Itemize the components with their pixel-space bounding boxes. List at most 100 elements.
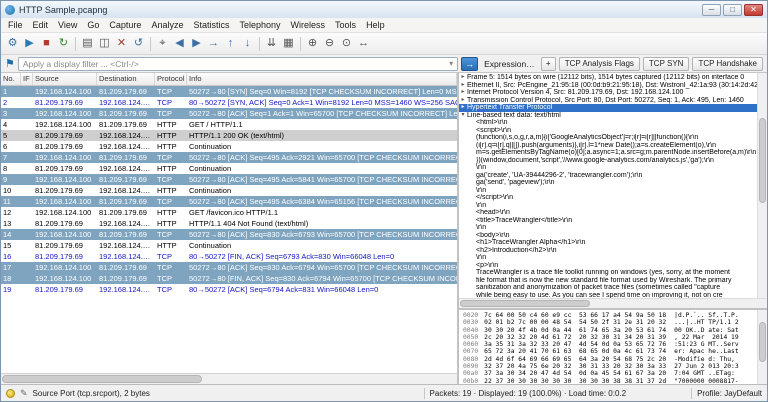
column-header-if[interactable]: IF	[21, 73, 33, 85]
column-header-destination[interactable]: Destination	[97, 73, 155, 85]
menu-telephony[interactable]: Telephony	[234, 19, 285, 31]
packet-row[interactable]: 12 192.168.124.100 81.209.179.69 HTTP GET /f…	[1, 207, 457, 218]
detail-node[interactable]: TraceWrangler is a trace file toolkit ru…	[459, 269, 757, 277]
detail-node[interactable]: <h1>TraceWrangler Alpha</h1>\r\n	[459, 239, 757, 247]
menu-help[interactable]: Help	[361, 19, 390, 31]
detail-node[interactable]: ▸ Frame 5: 1514 bytes on wire (12112 bits…	[459, 74, 757, 82]
expert-info-icon[interactable]	[6, 388, 15, 398]
hex-row[interactable]: 00a0 37 3a 30 34 20 47 4d 54 0d 0a 45 54 …	[463, 370, 757, 377]
filter-button-3[interactable]: TCP Handshake	[692, 56, 763, 71]
detail-node[interactable]: \r\n	[459, 164, 757, 172]
packet-row[interactable]: 18 192.168.124.100 81.209.179.69 TCP 50272→8…	[1, 273, 457, 284]
open-file-icon[interactable]: ▤	[79, 35, 96, 52]
add-filter-button[interactable]: +	[540, 56, 556, 71]
packet-row[interactable]: 19 81.209.179.69 192.168.124.100 TCP 80→5027…	[1, 284, 457, 295]
display-filter-input[interactable]: Apply a display filter ... <Ctrl-/> ▾	[17, 56, 459, 71]
go-back-icon[interactable]: ◀	[171, 35, 188, 52]
detail-node[interactable]: <html>\r\n	[459, 119, 757, 127]
zoom-in-icon[interactable]: ⊕	[304, 35, 321, 52]
expander-right-icon[interactable]: ▸	[459, 82, 467, 90]
detail-node[interactable]: <head>\r\n	[459, 209, 757, 217]
detail-node[interactable]: ▸ Internet Protocol Version 4, Src: 81.20…	[459, 89, 757, 97]
packet-row[interactable]: 7 192.168.124.100 81.209.179.69 TCP 50272→80…	[1, 152, 457, 163]
detail-node[interactable]: ga('send', 'pageview');\r\n	[459, 179, 757, 187]
expander-right-icon[interactable]: ▸	[459, 74, 467, 82]
expression-button[interactable]: Expression…	[481, 59, 538, 69]
detail-node[interactable]: <body>\r\n	[459, 232, 757, 240]
menu-analyze[interactable]: Analyze	[146, 19, 188, 31]
packet-row[interactable]: 6 81.209.179.69 192.168.124.100 HTTP Continu…	[1, 141, 457, 152]
menu-capture[interactable]: Capture	[104, 19, 146, 31]
menu-file[interactable]: File	[3, 19, 28, 31]
filter-button-2[interactable]: TCP SYN	[642, 56, 690, 71]
packet-row[interactable]: 1 192.168.124.100 81.209.179.69 TCP 50272→80…	[1, 86, 457, 97]
auto-scroll-icon[interactable]: ⇊	[263, 35, 280, 52]
expander-down-icon[interactable]: ▾	[459, 112, 467, 120]
filter-button-1[interactable]: TCP Analysis Flags	[558, 56, 640, 71]
packet-row[interactable]: 5 81.209.179.69 192.168.124.100 HTTP HTTP/1.…	[1, 130, 457, 141]
go-forward-icon[interactable]: ▶	[188, 35, 205, 52]
detail-node[interactable]: \r\n	[459, 224, 757, 232]
column-header-info[interactable]: Info	[187, 73, 457, 85]
expander-right-icon[interactable]: ▸	[459, 89, 467, 97]
packet-row[interactable]: 2 81.209.179.69 192.168.124.100 TCP 80→50272…	[1, 97, 457, 108]
expander-right-icon[interactable]: ▸	[459, 104, 467, 112]
detail-node[interactable]: <p>\r\n	[459, 262, 757, 270]
hex-vscrollbar[interactable]	[757, 310, 767, 384]
restart-capture-icon[interactable]: ↻	[55, 35, 72, 52]
hex-row[interactable]: 0060 3a 35 31 3a 32 33 20 47 4d 54 0d 0a …	[463, 341, 757, 348]
detail-node[interactable]: ga('create', 'UA-39444296-2', 'tracewran…	[459, 172, 757, 180]
menu-go[interactable]: Go	[82, 19, 104, 31]
minimize-button[interactable]: ─	[702, 3, 721, 16]
detail-node[interactable]: \r\n	[459, 202, 757, 210]
detail-node[interactable]: <title>TraceWrangler</title>\r\n	[459, 217, 757, 225]
packet-row[interactable]: 16 81.209.179.69 192.168.124.100 TCP 80→5027…	[1, 251, 457, 262]
save-file-icon[interactable]: ◫	[96, 35, 113, 52]
detail-node[interactable]: file format that is now the new standard…	[459, 277, 757, 285]
detail-node[interactable]: ▸ Transmission Control Protocol, Src Port…	[459, 97, 757, 105]
packet-row[interactable]: 13 81.209.179.69 192.168.124.100 HTTP HTTP/1…	[1, 218, 457, 229]
detail-node[interactable]: (i[r].q=i[r].q||[]).push(arguments)},i[r…	[459, 142, 757, 150]
apply-filter-button[interactable]: →	[461, 56, 479, 71]
find-packet-icon[interactable]: ⌖	[154, 35, 171, 52]
colorize-packets-icon[interactable]: ▦	[280, 35, 297, 52]
column-header-source[interactable]: Source	[33, 73, 97, 85]
start-capture-icon[interactable]: ▶	[21, 35, 38, 52]
packet-row[interactable]: 8 81.209.179.69 192.168.124.100 HTTP Continu…	[1, 163, 457, 174]
hex-row[interactable]: 0020 7c 64 00 50 c4 60 e9 cc 53 66 17 a4 …	[463, 312, 757, 319]
hex-row[interactable]: 0050 2c 20 32 32 20 4d 61 72 20 32 30 31 …	[463, 334, 757, 341]
menu-view[interactable]: View	[53, 19, 82, 31]
packet-list-header[interactable]: No. IF Source Destination Protocol Info	[1, 73, 457, 86]
first-packet-icon[interactable]: ↑	[222, 35, 239, 52]
packet-row[interactable]: 14 192.168.124.100 81.209.179.69 TCP 50272→8…	[1, 229, 457, 240]
capture-options-icon[interactable]: ⚙	[4, 35, 21, 52]
detail-node[interactable]: })(window,document,'script','//www.googl…	[459, 157, 757, 165]
detail-node[interactable]: <h2>Introduction</h2>\r\n	[459, 247, 757, 255]
close-file-icon[interactable]: ✕	[113, 35, 130, 52]
filter-dropdown-icon[interactable]: ▾	[449, 59, 453, 68]
last-packet-icon[interactable]: ↓	[239, 35, 256, 52]
hex-row[interactable]: 0090 32 37 20 4a 75 6e 20 32 30 31 33 20 …	[463, 363, 757, 370]
detail-node[interactable]: ▾ Line-based text data: text/html	[459, 112, 757, 120]
detail-vscrollbar[interactable]	[757, 73, 767, 298]
detail-node[interactable]: \r\n	[459, 187, 757, 195]
hex-row[interactable]: 0040 30 30 20 4f 4b 0d 0a 44 61 74 65 3a …	[463, 327, 757, 334]
detail-hscrollbar[interactable]	[459, 298, 767, 308]
packet-list-hscrollbar[interactable]	[1, 373, 457, 384]
stop-capture-icon[interactable]: ■	[38, 35, 55, 52]
filter-bookmark-icon[interactable]: ⚑	[5, 57, 15, 71]
expander-right-icon[interactable]: ▸	[459, 97, 467, 105]
packet-row[interactable]: 10 81.209.179.69 192.168.124.100 HTTP Contin…	[1, 185, 457, 196]
go-to-packet-icon[interactable]: →	[205, 35, 222, 52]
profile-selector[interactable]: Profile: JayDefault	[697, 389, 762, 398]
capture-comment-icon[interactable]: ✎	[20, 388, 28, 399]
detail-node[interactable]: \r\n	[459, 254, 757, 262]
packet-row[interactable]: 4 192.168.124.100 81.209.179.69 HTTP GET / H…	[1, 119, 457, 130]
hex-row[interactable]: 0070 65 72 3a 20 41 70 61 63 68 65 0d 0a …	[463, 348, 757, 355]
packet-row[interactable]: 9 192.168.124.100 81.209.179.69 TCP 50272→80…	[1, 174, 457, 185]
column-header-no[interactable]: No.	[1, 73, 21, 85]
menu-edit[interactable]: Edit	[28, 19, 54, 31]
hex-row[interactable]: 0080 2d 4d 6f 64 69 66 69 65 64 3a 20 54 …	[463, 356, 757, 363]
hex-row[interactable]: 0030 02 01 b2 7c 00 00 48 54 54 50 2f 31 …	[463, 319, 757, 326]
detail-node[interactable]: (function(i,s,o,g,r,a,m){i['GoogleAnalyt…	[459, 134, 757, 142]
